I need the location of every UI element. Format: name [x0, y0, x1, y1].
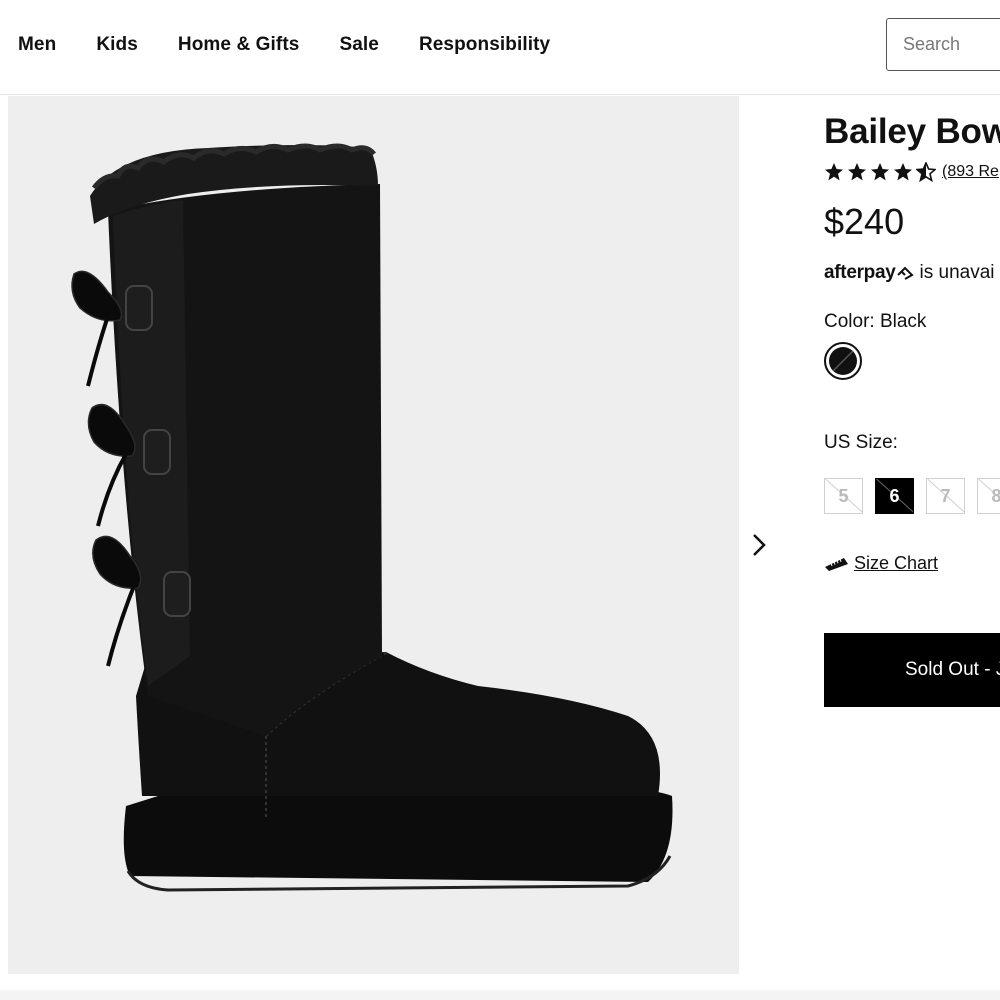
size-chart-text: Size Chart: [854, 553, 939, 573]
site-header: Men Kids Home & Gifts Sale Responsibilit…: [0, 0, 1000, 92]
ruler-icon: [825, 557, 848, 571]
product-price: $240: [824, 201, 905, 242]
star-rating: [824, 162, 936, 182]
header-divider: [0, 94, 1000, 95]
nav-kids[interactable]: Kids: [96, 34, 138, 56]
black-swatch-icon: [829, 347, 857, 375]
afterpay-status: is unavai: [919, 262, 995, 283]
star-icon: [825, 163, 843, 181]
main-nav: Men Kids Home & Gifts Sale Responsibilit…: [18, 34, 550, 56]
half-star-icon: [916, 162, 936, 182]
afterpay-icon: [896, 266, 914, 280]
product-title: Bailey Bow: [824, 112, 1000, 151]
product-image[interactable]: [8, 96, 739, 974]
size-label: US Size:: [824, 432, 898, 453]
search-box: [886, 18, 1000, 71]
chevron-right-icon: [753, 534, 766, 556]
afterpay-wordmark: afterpay: [824, 262, 896, 283]
search-input[interactable]: [887, 19, 1000, 70]
color-swatch-black[interactable]: [824, 342, 862, 380]
size-label-6: 6: [889, 485, 900, 506]
reviews-link[interactable]: (893 Re: [942, 163, 999, 181]
size-chart-link[interactable]: Size Chart: [824, 553, 938, 574]
color-label: Color: Black: [824, 311, 927, 332]
size-option-8[interactable]: 8: [977, 478, 1000, 514]
size-label-8: 8: [991, 486, 1000, 507]
size-option-7[interactable]: 7: [926, 478, 965, 514]
product-rating[interactable]: (893 Re: [824, 162, 999, 182]
bottom-bar: [0, 990, 1000, 1000]
nav-responsibility[interactable]: Responsibility: [419, 34, 550, 56]
nav-home-gifts[interactable]: Home & Gifts: [178, 34, 300, 56]
size-option-5[interactable]: 5: [824, 478, 863, 514]
size-option-6[interactable]: 6: [875, 478, 914, 514]
star-icon: [848, 163, 866, 181]
size-options: 5 6 7 8: [824, 478, 1000, 514]
star-icon: [894, 163, 912, 181]
nav-sale[interactable]: Sale: [339, 34, 379, 56]
star-icon: [871, 163, 889, 181]
size-label-5: 5: [838, 485, 849, 506]
sold-out-button[interactable]: Sold Out - J: [824, 633, 1000, 707]
size-label-7: 7: [940, 485, 951, 506]
afterpay-logo: afterpay: [824, 262, 914, 284]
next-image-button[interactable]: [744, 528, 774, 562]
afterpay-info: afterpay is unavai: [824, 262, 995, 284]
boot-image: [71, 143, 673, 892]
nav-men[interactable]: Men: [18, 34, 56, 56]
